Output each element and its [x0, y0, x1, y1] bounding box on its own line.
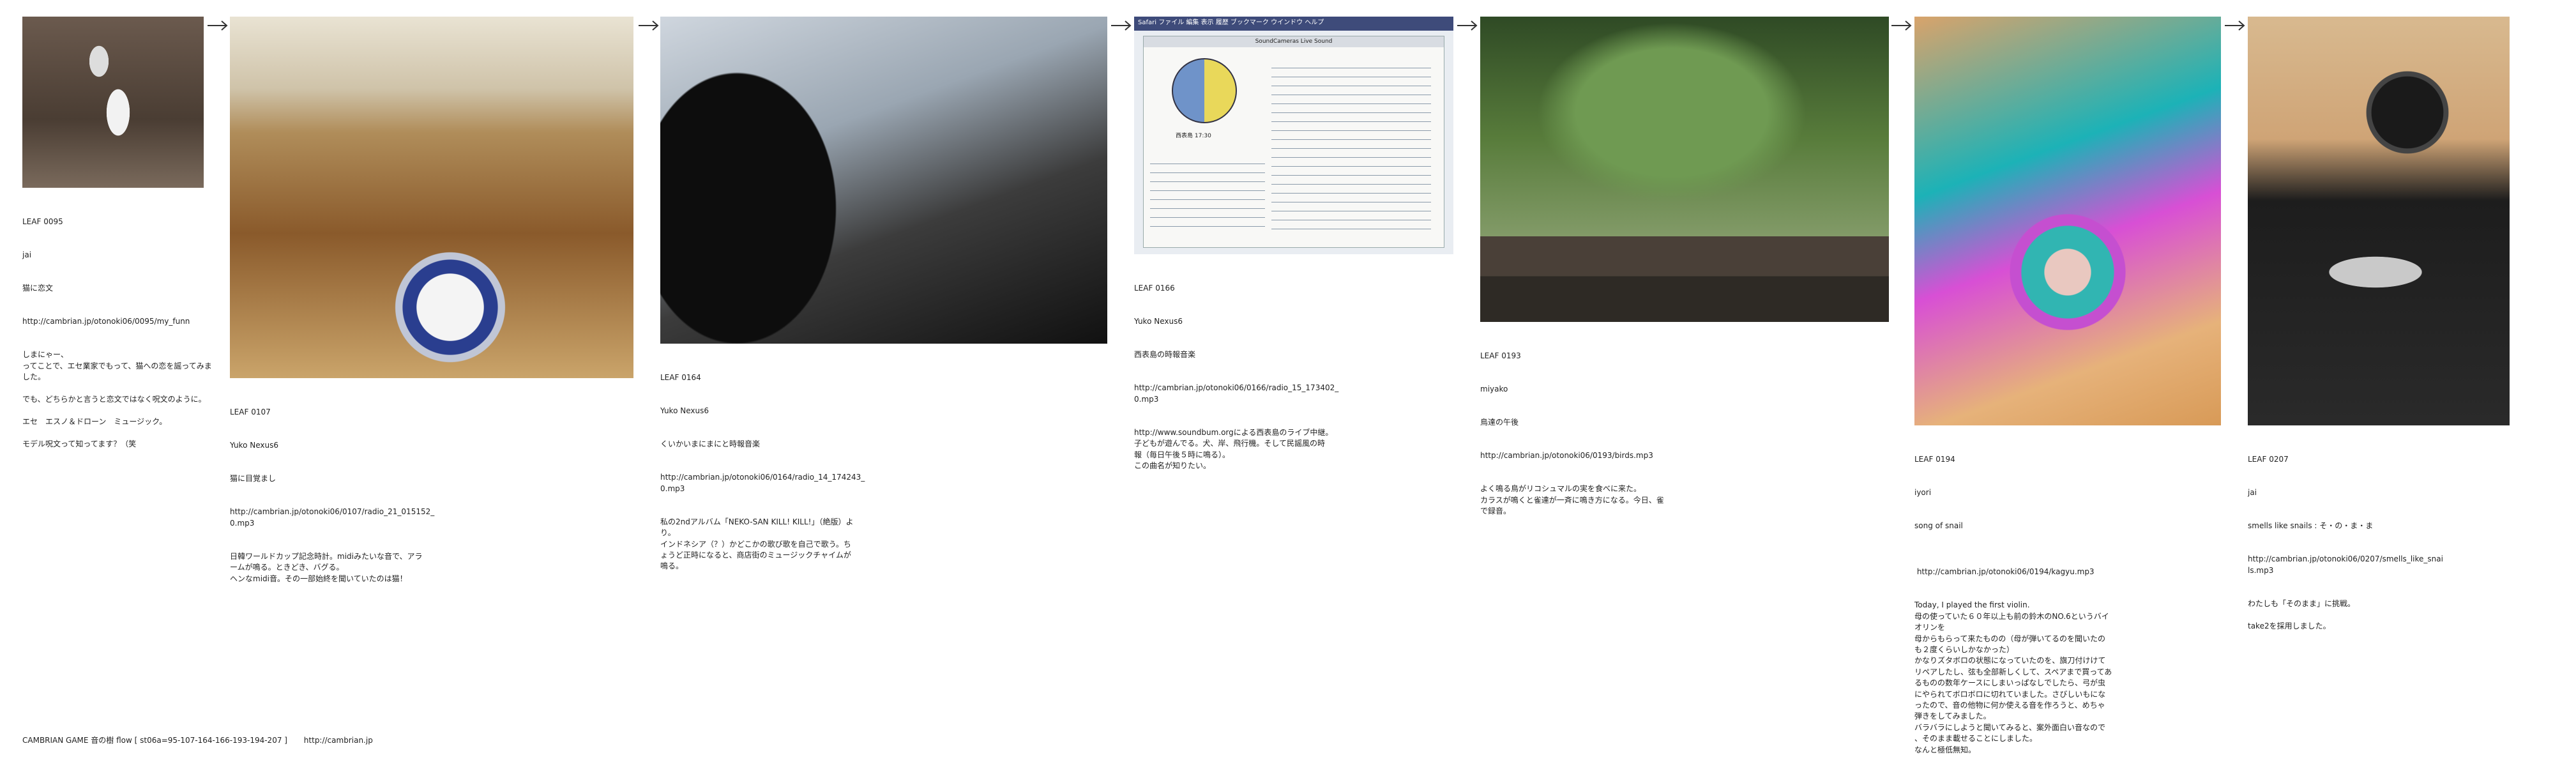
- leaf-author: Yuko Nexus6: [1134, 316, 1183, 326]
- leaf-0207: LEAF 0207 jai smells like snails : そ・の・ま…: [2248, 17, 2510, 654]
- leaf-title: くいかいまにまにと時報音楽: [660, 439, 761, 449]
- flow-arrow-icon: [2224, 19, 2246, 32]
- flow-arrow-icon: [206, 19, 229, 32]
- clock-caption: 西表島 17:30: [1176, 133, 1211, 139]
- leaf-text: LEAF 0095 jai 猫に恋文 http://cambrian.jp/ot…: [22, 188, 233, 472]
- leaf-0164: LEAF 0164 Yuko Nexus6 くいかいまにまにと時報音楽 http…: [660, 17, 1107, 595]
- leaf-text: LEAF 0207 jai smells like snails : そ・の・ま…: [2248, 425, 2510, 654]
- flow-arrow-icon: [1890, 19, 1913, 32]
- leaf-title: 鳥達の午後: [1480, 418, 1519, 427]
- leaf-author: Yuko Nexus6: [230, 440, 278, 450]
- leaf-body: http://www.soundbum.orgによる西表島のライブ中継。 子ども…: [1134, 427, 1333, 471]
- leaf-0107: LEAF 0107 Yuko Nexus6 猫に目覚まし http://camb…: [230, 17, 639, 607]
- leaf-0194: LEAF 0194 iyori song of snail http://cam…: [1914, 17, 2221, 778]
- screenshot-window: SoundCameras Live Sound 西表島 17:30: [1143, 36, 1444, 248]
- screenshot-text-lines: [1271, 62, 1431, 234]
- leaf-id: LEAF 0207: [2248, 454, 2289, 464]
- leaf-0095: LEAF 0095 jai 猫に恋文 http://cambrian.jp/ot…: [22, 17, 233, 472]
- leaf-url-link[interactable]: http://cambrian.jp/otonoki06/0164/radio_…: [660, 472, 1107, 494]
- leaf-title: 猫に目覚まし: [230, 474, 277, 484]
- leaf-text: LEAF 0193 miyako 鳥達の午後 http://cambrian.j…: [1480, 322, 1889, 539]
- garden-photo[interactable]: [1480, 17, 1889, 322]
- footer-site-link[interactable]: http://cambrian.jp: [304, 736, 373, 745]
- leaf-body: Today, I played the first violin. 母の使ってい…: [1914, 600, 2112, 754]
- leaf-text: LEAF 0166 Yuko Nexus6 西表島の時報音楽 http://ca…: [1134, 254, 1453, 494]
- flow-arrow-icon: [637, 19, 660, 32]
- screenshot-window-title: SoundCameras Live Sound: [1144, 36, 1444, 48]
- leaf-text: LEAF 0164 Yuko Nexus6 くいかいまにまにと時報音楽 http…: [660, 344, 1107, 595]
- leaf-body: 日韓ワールドカップ記念時計。midiみたいな音で、アラ ームが鳴る。ときどき、バ…: [230, 551, 423, 583]
- leaf-text: LEAF 0194 iyori song of snail http://cam…: [1914, 425, 2221, 778]
- leaf-title: smells like snails : そ・の・ま・ま: [2248, 521, 2374, 531]
- leaf-author: jai: [2248, 487, 2257, 497]
- leaf-0193: LEAF 0193 miyako 鳥達の午後 http://cambrian.j…: [1480, 17, 1889, 539]
- clock-globe-icon: [1172, 58, 1237, 123]
- leaf-url-link[interactable]: http://cambrian.jp/otonoki06/0095/my_fun…: [22, 316, 233, 327]
- screenshot-menubar: Safari ファイル 編集 表示 履歴 ブックマーク ウインドウ ヘルプ: [1138, 19, 1324, 26]
- footer-flow-label: CAMBRIAN GAME 音の樹 flow [ st06a=95-107-16…: [22, 736, 287, 745]
- leaf-body: 私の2ndアルバム「NEKO-SAN KILL! KILL!」（絶版）よ り。 …: [660, 517, 854, 571]
- leaf-author: jai: [22, 250, 32, 259]
- flow-arrow-icon: [1456, 19, 1479, 32]
- leaf-id: LEAF 0164: [660, 372, 701, 382]
- painted-spiral[interactable]: [1914, 17, 2221, 425]
- leaf-body: しまにゃー、 ってことで、エセ業家でもって、猫への恋を謡ってみま した。 でも、…: [22, 350, 212, 448]
- flow-arrow-icon: [1110, 19, 1133, 32]
- leaf-url-link[interactable]: http://cambrian.jp/otonoki06/0166/radio_…: [1134, 383, 1453, 405]
- leaf-id: LEAF 0166: [1134, 283, 1175, 293]
- leaf-text: LEAF 0107 Yuko Nexus6 猫に目覚まし http://camb…: [230, 378, 639, 607]
- leaf-id: LEAF 0107: [230, 407, 271, 416]
- leaf-url-link[interactable]: http://cambrian.jp/otonoki06/0107/radio_…: [230, 507, 639, 529]
- leaf-url-link[interactable]: http://cambrian.jp/otonoki06/0207/smells…: [2248, 554, 2510, 576]
- leaf-title: song of snail: [1914, 521, 1963, 531]
- dusk-sky-photo[interactable]: [660, 17, 1107, 344]
- leaf-url-link[interactable]: http://cambrian.jp/otonoki06/0194/kagyu.…: [1914, 567, 2221, 577]
- leaf-id: LEAF 0095: [22, 217, 63, 226]
- leaf-0166: Safari ファイル 編集 表示 履歴 ブックマーク ウインドウ ヘルプ So…: [1134, 17, 1453, 494]
- leaf-author: iyori: [1914, 487, 1932, 497]
- leaf-author: miyako: [1480, 384, 1508, 393]
- alarm-clock-photo[interactable]: [230, 17, 633, 378]
- leaf-title: 猫に恋文: [22, 284, 54, 293]
- screenshot-text-left: [1150, 158, 1265, 228]
- desktop-screenshot[interactable]: Safari ファイル 編集 表示 履歴 ブックマーク ウインドウ ヘルプ So…: [1134, 17, 1453, 254]
- leaf-title: 西表島の時報音楽: [1134, 350, 1196, 360]
- leaf-url-link[interactable]: http://cambrian.jp/otonoki06/0193/birds.…: [1480, 450, 1889, 461]
- leaf-id: LEAF 0193: [1480, 351, 1521, 360]
- leaf-body: わたしも「そのまま」に挑戦。 take2を採用しました。: [2248, 599, 2356, 630]
- leaf-body: よく鳴る鳥がリコシュマルの実を食べに来た。 カラスが鳴くと雀達が一斉に鳴き方にな…: [1480, 484, 1664, 516]
- leaf-id: LEAF 0194: [1914, 454, 1955, 464]
- footer: CAMBRIAN GAME 音の樹 flow [ st06a=95-107-16…: [22, 735, 387, 746]
- violin-scroll-photo[interactable]: [2248, 17, 2510, 425]
- leaf-author: Yuko Nexus6: [660, 406, 709, 415]
- cat-photo[interactable]: [22, 17, 204, 188]
